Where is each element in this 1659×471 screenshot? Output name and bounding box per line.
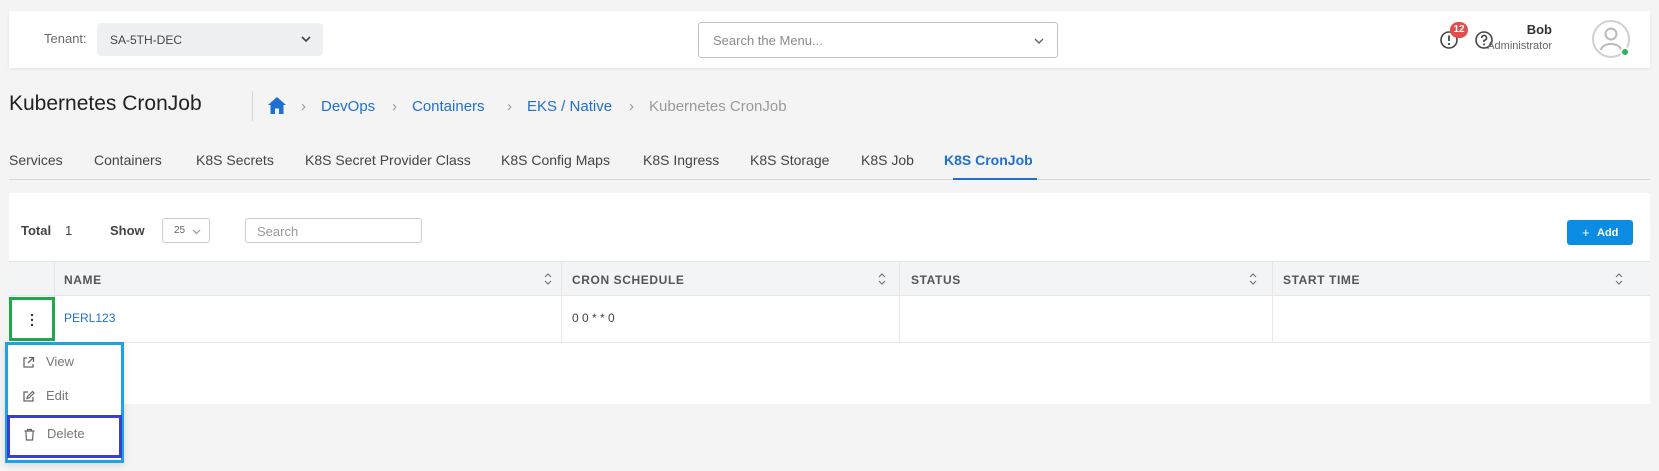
user-role: Administrator bbox=[1487, 40, 1552, 52]
cronjob-list-card: Total 1 Show 25 Search + Add NAME CRON S… bbox=[9, 193, 1650, 404]
total-count: 1 bbox=[65, 223, 73, 238]
top-header-bar: Tenant: SA-5TH-DEC Search the Menu... 12… bbox=[9, 11, 1650, 68]
chevron-down-icon bbox=[301, 36, 311, 43]
home-icon[interactable] bbox=[267, 96, 287, 115]
menu-search-placeholder: Search the Menu... bbox=[713, 33, 823, 48]
tab-containers[interactable]: Containers bbox=[94, 152, 162, 168]
cronjob-name-link[interactable]: PERL123 bbox=[64, 311, 115, 325]
tab-k8s-secret-provider-class[interactable]: K8S Secret Provider Class bbox=[305, 152, 471, 168]
cron-schedule-cell: 0 0 * * 0 bbox=[572, 311, 615, 325]
menu-item-view[interactable]: View bbox=[8, 346, 121, 380]
column-header-name[interactable]: NAME bbox=[64, 273, 102, 287]
tab-k8s-cronjob[interactable]: K8S CronJob bbox=[944, 152, 1033, 168]
sort-icon[interactable] bbox=[1615, 272, 1623, 286]
tab-services[interactable]: Services bbox=[9, 152, 63, 168]
breadcrumb-separator: › bbox=[392, 98, 397, 115]
tab-k8s-secrets[interactable]: K8S Secrets bbox=[196, 152, 274, 168]
breadcrumb-separator: › bbox=[507, 98, 512, 115]
chevron-down-icon bbox=[192, 229, 201, 235]
breadcrumb-separator: › bbox=[301, 98, 306, 115]
add-button-label: Add bbox=[1597, 227, 1619, 239]
column-header-start-time[interactable]: START TIME bbox=[1283, 273, 1360, 287]
menu-item-label: View bbox=[46, 354, 74, 369]
page-size-select[interactable]: 25 bbox=[162, 218, 210, 243]
sort-icon[interactable] bbox=[1249, 272, 1257, 286]
tab-k8s-config-maps[interactable]: K8S Config Maps bbox=[501, 152, 610, 168]
active-tab-indicator bbox=[953, 178, 1037, 180]
column-header-cron-schedule[interactable]: CRON SCHEDULE bbox=[572, 273, 684, 287]
column-header-status[interactable]: STATUS bbox=[911, 273, 961, 287]
add-button[interactable]: + Add bbox=[1567, 220, 1633, 245]
user-icon bbox=[1600, 27, 1622, 51]
page-size-value: 25 bbox=[174, 225, 186, 236]
tenant-label: Tenant: bbox=[44, 31, 87, 46]
plus-icon: + bbox=[1582, 225, 1590, 240]
menu-item-label: Edit bbox=[46, 388, 69, 403]
breadcrumb-devops[interactable]: DevOps bbox=[321, 98, 375, 115]
tenant-select-value: SA-5TH-DEC bbox=[110, 33, 183, 47]
breadcrumb-current: Kubernetes CronJob bbox=[649, 98, 787, 115]
sort-icon[interactable] bbox=[878, 272, 886, 286]
tab-k8s-job[interactable]: K8S Job bbox=[861, 152, 914, 168]
show-label: Show bbox=[110, 223, 145, 238]
table-row: PERL123 0 0 * * 0 bbox=[9, 296, 1650, 343]
menu-item-label: Delete bbox=[47, 426, 85, 441]
tab-k8s-ingress[interactable]: K8S Ingress bbox=[643, 152, 719, 168]
menu-item-delete[interactable]: Delete bbox=[7, 415, 122, 458]
user-name: Bob bbox=[1526, 22, 1552, 37]
tenant-select[interactable]: SA-5TH-DEC bbox=[97, 23, 323, 56]
row-actions-button[interactable] bbox=[9, 297, 55, 341]
total-label: Total bbox=[21, 223, 52, 238]
title-divider bbox=[252, 91, 253, 121]
breadcrumb-eks-native[interactable]: EKS / Native bbox=[527, 98, 612, 115]
menu-search-input[interactable]: Search the Menu... bbox=[698, 22, 1058, 58]
sort-icon[interactable] bbox=[544, 272, 552, 286]
notification-badge: 12 bbox=[1450, 22, 1468, 38]
online-status-dot bbox=[1620, 47, 1630, 57]
trash-icon bbox=[24, 428, 35, 441]
row-actions-menu: View Edit Delete bbox=[5, 342, 124, 463]
table-search-input[interactable]: Search bbox=[245, 218, 422, 243]
page-title: Kubernetes CronJob bbox=[9, 92, 202, 115]
tab-k8s-storage[interactable]: K8S Storage bbox=[750, 152, 829, 168]
table-header: NAME CRON SCHEDULE STATUS START TIME bbox=[9, 261, 1650, 296]
table-search-placeholder: Search bbox=[257, 224, 299, 239]
menu-item-edit[interactable]: Edit bbox=[8, 380, 121, 414]
breadcrumb-separator: › bbox=[629, 98, 634, 115]
external-link-icon bbox=[23, 356, 35, 368]
breadcrumb-containers[interactable]: Containers bbox=[412, 98, 485, 115]
edit-icon bbox=[23, 390, 35, 402]
tab-bar: Services Containers K8S Secrets K8S Secr… bbox=[9, 145, 1650, 180]
chevron-down-icon bbox=[1034, 38, 1044, 44]
kebab-menu-icon bbox=[30, 313, 34, 327]
